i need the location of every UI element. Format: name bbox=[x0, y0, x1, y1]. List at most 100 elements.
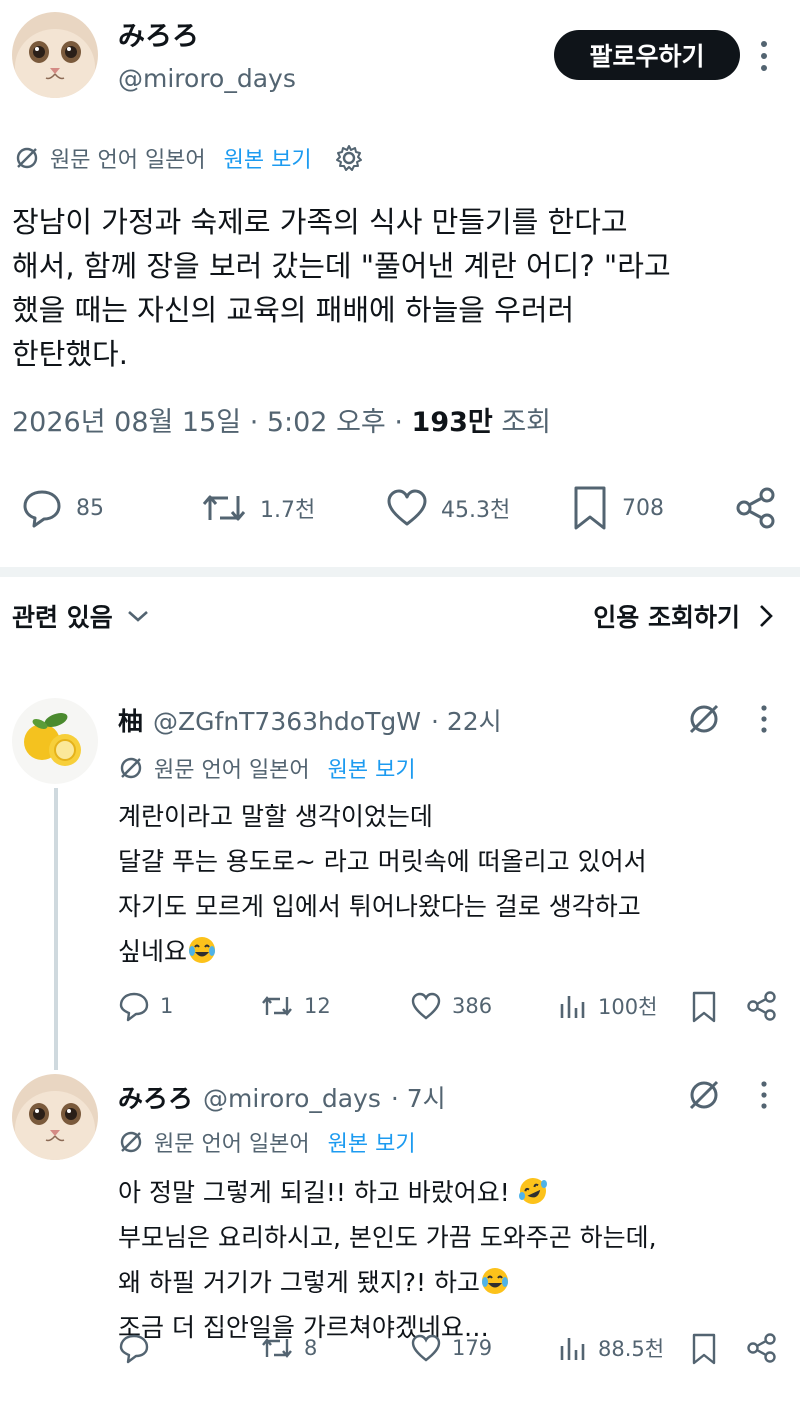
reply-icon bbox=[118, 990, 150, 1022]
settings-gear-icon[interactable] bbox=[334, 143, 364, 173]
grok-icon[interactable] bbox=[686, 1077, 722, 1113]
reply-count: 1 bbox=[160, 994, 174, 1018]
related-label: 관련 있음 bbox=[12, 603, 113, 632]
reply-avatar[interactable] bbox=[12, 698, 98, 784]
reply-text-line: 부모님은 요리하시고, 본인도 가끔 도와주곤 하는데, bbox=[118, 1223, 657, 1252]
quote-views-link[interactable]: 인용 조회하기 bbox=[593, 598, 774, 634]
like-count: 45.3천 bbox=[441, 498, 511, 523]
author-avatar[interactable] bbox=[12, 12, 98, 98]
bookmark-count: 708 bbox=[622, 495, 664, 521]
reply-author-handle[interactable]: @miroro_days bbox=[203, 1084, 381, 1113]
bookmark-icon bbox=[570, 484, 610, 532]
thread-connector bbox=[54, 788, 58, 1070]
share-button[interactable] bbox=[734, 486, 778, 530]
more-options-icon[interactable] bbox=[752, 38, 776, 74]
tweet-timestamp[interactable]: 2026년 08월 15일 · 5:02 오후 bbox=[12, 407, 386, 438]
yuzu-avatar-image bbox=[12, 698, 98, 784]
reply-text-line: 달걀 푸는 용도로~ 라고 머릿속에 떠올리고 있어서 bbox=[118, 847, 647, 876]
reply-views-button[interactable]: 88.5천 bbox=[558, 1332, 664, 1364]
meta-separator: · bbox=[394, 407, 412, 438]
reply-author-name[interactable]: 柚 bbox=[118, 702, 143, 738]
view-original-link[interactable]: 원본 보기 bbox=[224, 142, 312, 174]
reply-avatar[interactable] bbox=[12, 1074, 98, 1160]
rofl-emoji bbox=[518, 1176, 548, 1206]
related-dropdown[interactable]: 관련 있음 bbox=[12, 598, 151, 634]
chevron-right-icon bbox=[758, 602, 774, 630]
reply-text: 계란이라고 말할 생각이었는데 달걀 푸는 용도로~ 라고 머릿속에 떠올리고 … bbox=[118, 794, 798, 974]
reply-bookmark-button[interactable] bbox=[690, 990, 718, 1024]
reply-share-button[interactable] bbox=[746, 1332, 778, 1364]
reply-views-button[interactable]: 100천 bbox=[558, 990, 657, 1022]
translation-row: 원문 언어 일본어 원본 보기 bbox=[14, 142, 364, 174]
grok-icon[interactable] bbox=[686, 701, 722, 737]
reply-time[interactable]: · 7시 bbox=[391, 1079, 446, 1115]
reply-bookmark-button[interactable] bbox=[690, 1332, 718, 1366]
translate-icon bbox=[118, 1129, 144, 1155]
views-count: 100천 bbox=[598, 995, 658, 1019]
reply-translation-row: 원문 언어 일본어 원본 보기 bbox=[118, 752, 416, 784]
author-name[interactable]: みろろ bbox=[118, 14, 199, 53]
reply-header: 柚 @ZGfnT7363hdoTgW · 22시 bbox=[118, 702, 502, 738]
reply-repost-button[interactable]: 12 bbox=[260, 990, 331, 1022]
reply-author-handle[interactable]: @ZGfnT7363hdoTgW bbox=[153, 707, 421, 736]
reply-icon bbox=[20, 486, 64, 530]
cat-avatar-image bbox=[12, 12, 98, 98]
chevron-down-icon bbox=[125, 606, 151, 626]
heart-icon bbox=[410, 1332, 442, 1364]
share-icon bbox=[746, 990, 778, 1022]
bookmark-button[interactable]: 708 bbox=[570, 484, 664, 532]
quote-views-label: 인용 조회하기 bbox=[593, 603, 740, 632]
share-icon bbox=[746, 1332, 778, 1364]
follow-button[interactable]: 팔로우하기 bbox=[554, 30, 740, 80]
tweet-text-line: 해서, 함께 장을 보러 갔는데 "풀어낸 계란 어디? "라고 bbox=[12, 249, 671, 283]
cat-avatar-image bbox=[12, 1074, 98, 1160]
author-handle[interactable]: @miroro_days bbox=[118, 64, 296, 93]
analytics-icon bbox=[558, 990, 588, 1022]
repost-icon bbox=[200, 486, 248, 530]
reply-repost-button[interactable]: 8 bbox=[260, 1332, 317, 1364]
views-count: 193만 bbox=[411, 407, 493, 438]
reply-text-line: 계란이라고 말할 생각이었는데 bbox=[118, 802, 433, 831]
reply-icon bbox=[118, 1332, 150, 1364]
repost-icon bbox=[260, 990, 294, 1022]
reply-like-button[interactable]: 179 bbox=[410, 1332, 492, 1364]
like-count: 179 bbox=[452, 1336, 493, 1360]
repost-button[interactable]: 1.7천 bbox=[200, 486, 315, 530]
reply-more-icon[interactable] bbox=[754, 1079, 774, 1111]
reply-text-line-with-emoji: 왜 하필 거기가 그렇게 됐지?! 하고 bbox=[118, 1260, 798, 1305]
bookmark-icon bbox=[690, 1332, 718, 1366]
reply-like-button[interactable]: 386 bbox=[410, 990, 492, 1022]
reply-author-name[interactable]: みろろ bbox=[118, 1079, 193, 1115]
reply-reply-button[interactable] bbox=[118, 1332, 160, 1364]
reply-text-line-with-emoji: 싶네요 bbox=[118, 929, 798, 974]
reply-share-button[interactable] bbox=[746, 990, 778, 1022]
view-original-link[interactable]: 원본 보기 bbox=[328, 1126, 416, 1158]
section-divider bbox=[0, 567, 800, 577]
source-language-label: 원문 언어 일본어 bbox=[154, 758, 310, 783]
heart-icon bbox=[410, 990, 442, 1022]
reply-text-line: 자기도 모르게 입에서 튀어나왔다는 걸로 생각하고 bbox=[118, 892, 641, 921]
reply-time[interactable]: · 22시 bbox=[431, 702, 502, 738]
tweet-text-line: 장남이 가정과 숙제로 가족의 식사 만들기를 한다고 bbox=[12, 205, 628, 239]
repost-icon bbox=[260, 1332, 294, 1364]
reply-header: みろろ @miroro_days · 7시 bbox=[118, 1079, 446, 1115]
tears-of-joy-emoji bbox=[187, 935, 217, 965]
reply-button[interactable]: 85 bbox=[20, 486, 104, 530]
translate-icon bbox=[118, 755, 144, 781]
bookmark-icon bbox=[690, 990, 718, 1024]
source-language-label: 원문 언어 일본어 bbox=[154, 1132, 310, 1157]
views-label: 조회 bbox=[501, 407, 552, 438]
translate-icon bbox=[14, 145, 40, 171]
repost-count: 8 bbox=[304, 1336, 318, 1360]
heart-icon bbox=[385, 486, 429, 530]
reply-more-icon[interactable] bbox=[754, 703, 774, 735]
reply-reply-button[interactable]: 1 bbox=[118, 990, 173, 1022]
tweet-text-line: 했을 때는 자신의 교육의 패배에 하늘을 우러러 bbox=[12, 293, 575, 327]
tweet-meta: 2026년 08월 15일 · 5:02 오후 · 193만 조회 bbox=[12, 400, 551, 439]
view-original-link[interactable]: 원본 보기 bbox=[328, 752, 416, 784]
share-icon bbox=[734, 486, 778, 530]
views-count: 88.5천 bbox=[598, 1337, 665, 1361]
reply-text-line-with-emoji: 아 정말 그렇게 되길!! 하고 바랐어요! bbox=[118, 1170, 798, 1215]
reply-text: 아 정말 그렇게 되길!! 하고 바랐어요! 부모님은 요리하시고, 본인도 가… bbox=[118, 1170, 798, 1350]
like-button[interactable]: 45.3천 bbox=[385, 486, 510, 530]
